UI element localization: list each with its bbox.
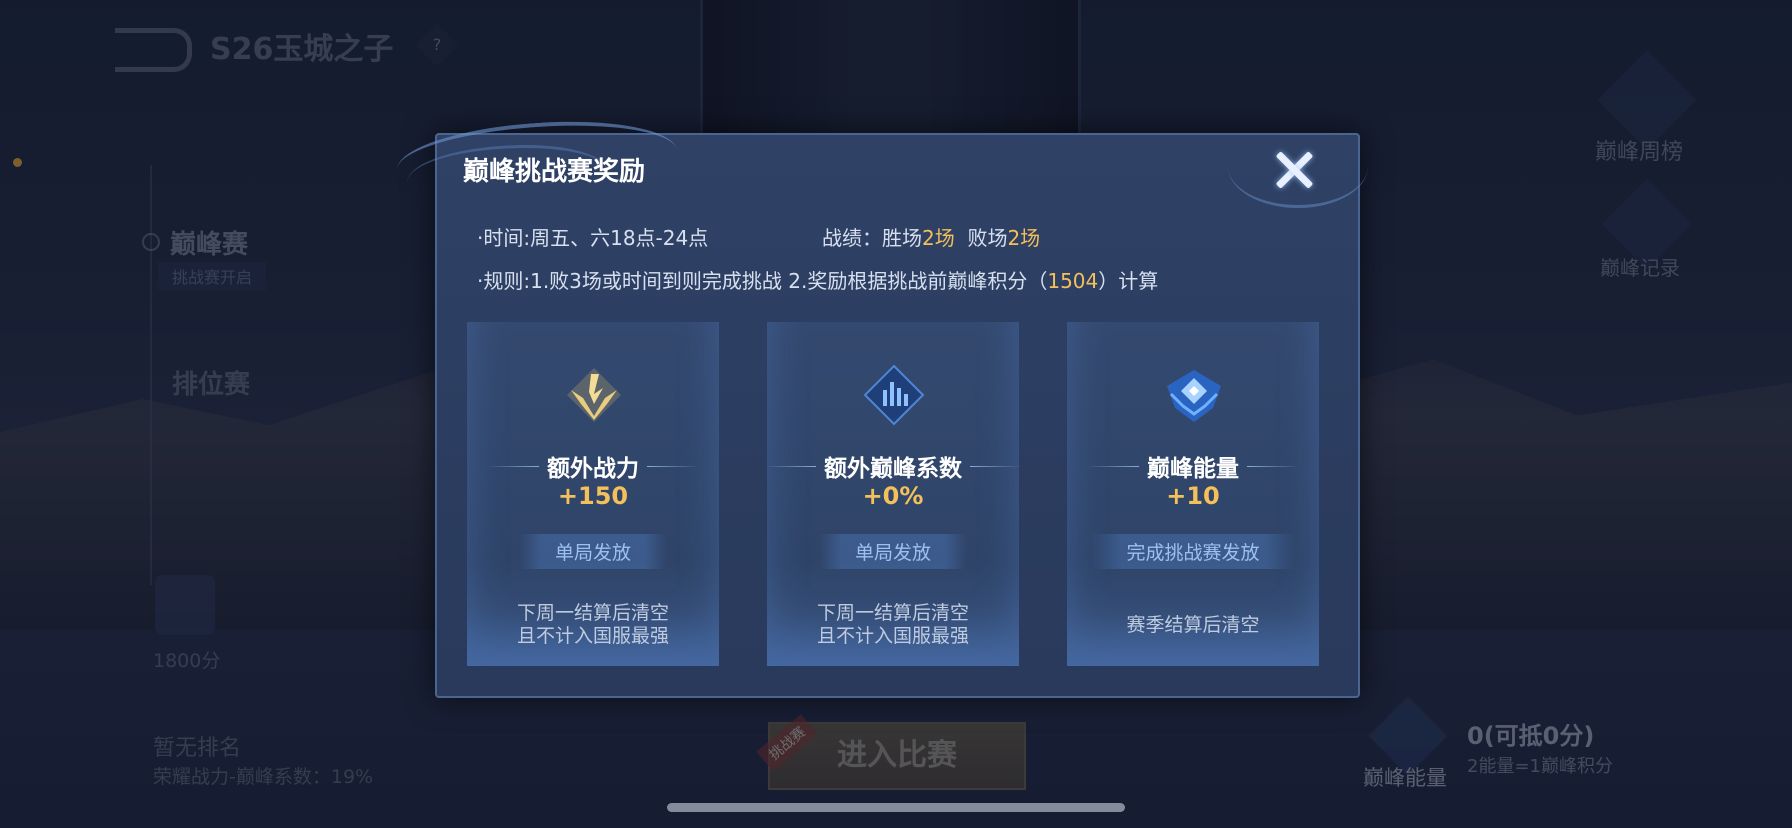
card-name: 额外巅峰系数 <box>824 456 962 482</box>
time-info: ·时间:周五、六18点-24点 <box>477 226 709 250</box>
card-note: 赛季结算后清空 <box>1126 614 1260 636</box>
card-name: 额外战力 <box>547 456 639 482</box>
wins-count: 2场 <box>922 226 955 250</box>
reward-card-combat-power: 额外战力 +150 单局发放 下周一结算后清空 且不计入国服最强 <box>467 322 719 666</box>
card-note: 下周一结算后清空 且不计入国服最强 <box>516 602 669 647</box>
close-icon[interactable] <box>1272 147 1318 193</box>
reward-card-peak-energy: 巅峰能量 +10 完成挑战赛发放 赛季结算后清空 <box>1067 322 1319 666</box>
card-tag: 单局发放 <box>818 534 968 569</box>
losses-count: 2场 <box>1007 226 1041 250</box>
rule-info: ·规则:1.败3场或时间到则完成挑战 2.奖励根据挑战前巅峰积分（1504）计算 <box>477 265 1158 294</box>
record-prefix: 战绩：胜场 <box>822 226 922 250</box>
record-info: 战绩：胜场2场 败场2场 <box>822 222 1040 251</box>
rule-suffix: ）计算 <box>1098 269 1159 293</box>
card-tag: 完成挑战赛发放 <box>1090 534 1296 569</box>
rule-score: 1504 <box>1047 269 1099 293</box>
reward-card-peak-coefficient: 额外巅峰系数 +0% 单局发放 下周一结算后清空 且不计入国服最强 <box>764 322 1022 666</box>
reward-cards: 额外战力 +150 单局发放 下周一结算后清空 且不计入国服最强 额外巅峰系数 <box>467 322 1319 666</box>
peak-coefficient-icon <box>863 364 925 426</box>
card-name: 巅峰能量 <box>1147 456 1239 482</box>
rule-prefix: ·规则:1.败3场或时间到则完成挑战 2.奖励根据挑战前巅峰积分（ <box>477 269 1048 293</box>
divider <box>970 465 1022 467</box>
card-value: +0% <box>862 482 924 510</box>
card-note: 下周一结算后清空 且不计入国服最强 <box>816 602 969 647</box>
divider <box>487 465 539 467</box>
peak-energy-icon <box>1167 370 1221 422</box>
card-value: +150 <box>557 482 629 510</box>
divider <box>1087 465 1139 467</box>
card-tag: 单局发放 <box>518 534 668 569</box>
modal-title: 巅峰挑战赛奖励 <box>463 157 646 187</box>
divider <box>647 465 699 467</box>
divider <box>1247 465 1299 467</box>
combat-power-icon <box>567 368 621 422</box>
divider <box>764 465 816 467</box>
home-indicator[interactable] <box>667 803 1125 812</box>
losses-prefix: 败场 <box>967 226 1008 250</box>
reward-modal: 巅峰挑战赛奖励 ·时间:周五、六18点-24点 战绩：胜场2场 败场2场 ·规则… <box>394 113 1368 698</box>
card-value: +10 <box>1166 482 1220 510</box>
